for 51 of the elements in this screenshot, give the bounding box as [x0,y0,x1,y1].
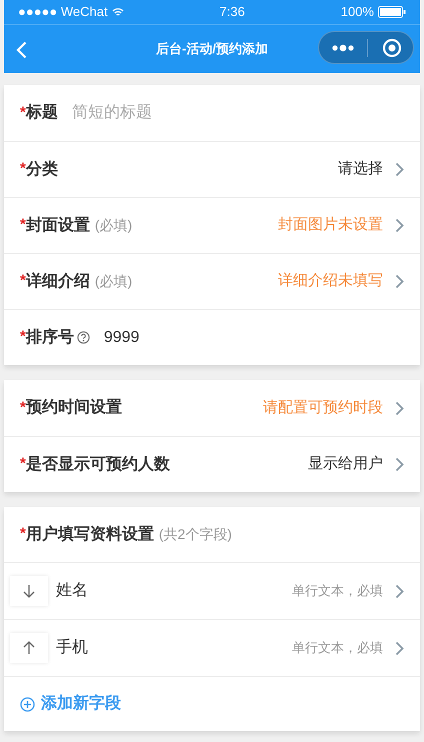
select-field[interactable]: 请选择 [338,158,404,181]
field-type: 单行文本，必填 [292,639,383,658]
field-label: 排序号 [26,327,74,348]
field-note: (共2个字段) [158,525,232,544]
chevron-right-icon [395,457,404,472]
battery-icon [378,6,406,18]
required-mark: * [20,271,26,292]
capsule-button[interactable] [318,31,414,64]
field-name: 手机 [56,638,88,658]
field-label: 分类 [26,160,58,180]
required-mark: * [20,398,26,418]
field-label: 预约时间设置 [26,398,122,418]
required-mark: * [20,524,26,544]
page-title: 后台-活动/预约添加 [156,40,268,58]
field-type: 单行文本，必填 [292,582,383,600]
field-label: 封面设置 [26,216,90,236]
field-row[interactable]: 手机 单行文本，必填 [4,619,420,676]
text-input[interactable]: 简短的标题 [72,101,404,125]
chevron-right-icon [395,274,404,289]
field-note: (必填) [94,216,132,235]
required-mark: * [20,215,26,236]
more-icon[interactable] [331,44,355,52]
move-down-button[interactable] [10,576,48,606]
arrow-down-icon [23,584,35,598]
field-row[interactable]: 姓名 单行文本，必填 [4,562,420,619]
field-name: 姓名 [56,581,88,601]
chevron-right-icon [395,400,404,416]
move-up-button[interactable] [10,633,48,663]
wifi-icon [112,8,124,16]
required-mark: * [20,327,26,348]
chevron-right-icon [395,640,404,656]
text-input[interactable]: 9999 [104,326,404,350]
battery-label: 100% [340,3,374,22]
required-mark: * [20,159,26,180]
field-label: 详细介绍 [26,271,90,292]
time-label: 7:36 [220,3,245,22]
chevron-right-icon [395,584,404,598]
carrier-label: ●●●●● WeChat [18,3,108,22]
required-mark: * [20,102,26,123]
help-icon[interactable] [76,331,90,344]
chevron-right-icon [395,162,404,177]
field-label: 标题 [26,102,58,123]
required-mark: * [20,454,26,474]
field-note: (必填) [94,272,132,291]
chevron-right-icon [395,218,404,233]
add-circle-icon [20,696,35,712]
arrow-up-icon [23,641,35,655]
select-field[interactable]: 显示给用户 [308,453,404,476]
field-label: 用户填写资料设置 [26,524,154,544]
back-icon[interactable] [16,41,27,59]
field-label: 是否显示可预约人数 [26,454,170,474]
